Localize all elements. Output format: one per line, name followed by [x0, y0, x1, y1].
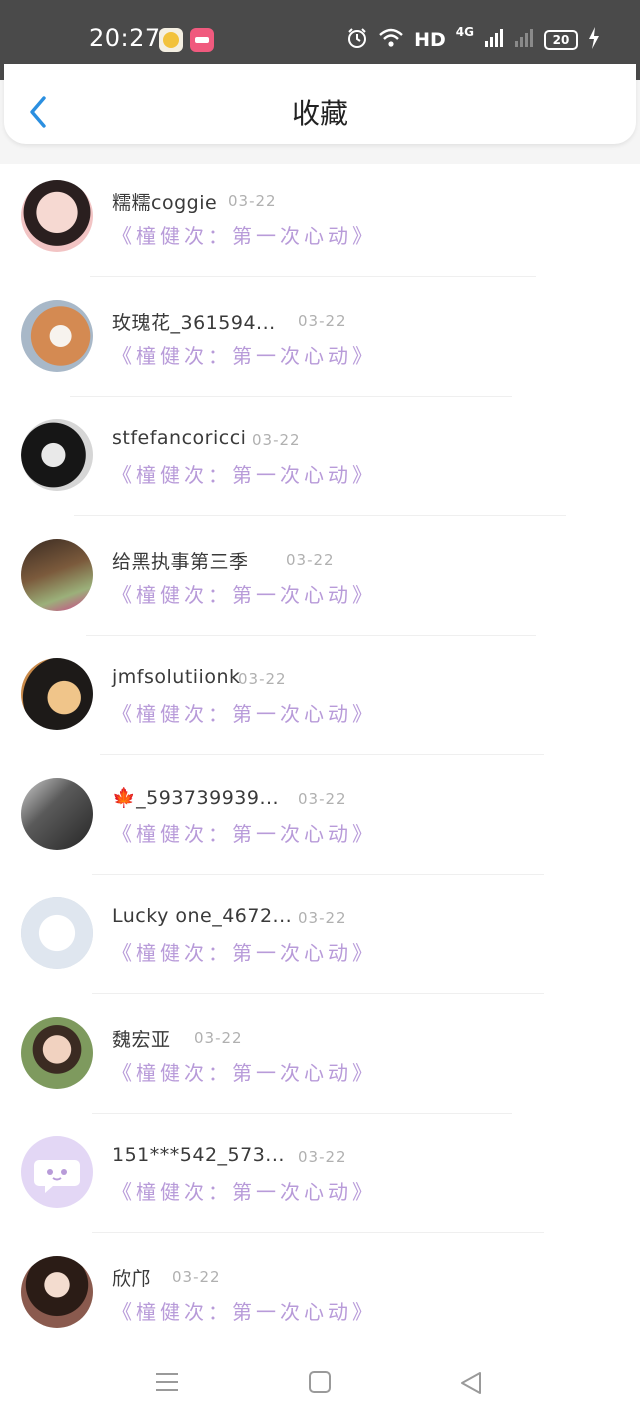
battery-icon: 20 [544, 30, 578, 50]
header-area: 收藏 [0, 64, 640, 164]
work-title-link[interactable]: 《橦健次：第一次心动》 [112, 220, 376, 249]
signal-icon-2 [514, 28, 534, 52]
avatar[interactable] [21, 897, 93, 969]
user-name: 魏宏亚 [112, 1028, 171, 1051]
user-name: 欣邝 [112, 1267, 152, 1290]
item-date: 03-22 [286, 550, 335, 569]
user-name: Lucky one_4672... [112, 905, 293, 927]
item-date: 03-22 [194, 1028, 243, 1047]
notification-app-icon-2 [190, 28, 214, 52]
chat-bubble-icon [34, 1160, 80, 1193]
header-bar: 收藏 [4, 64, 636, 144]
favorites-list: 糯糯coggie 03-22 《橦健次：第一次心动》 玫瑰花_361594...… [0, 164, 640, 1359]
divider [92, 993, 544, 994]
user-name: stfefancoricci [112, 427, 247, 449]
user-name: 给黑执事第三季 [112, 550, 249, 573]
system-nav-bar [0, 1344, 640, 1422]
item-date: 03-22 [228, 192, 277, 210]
triangle-back-icon [461, 1372, 481, 1394]
item-date: 03-22 [298, 311, 347, 330]
user-name: jmfsolutiionk [112, 666, 241, 688]
item-date: 03-22 [238, 670, 287, 688]
avatar[interactable] [21, 180, 93, 252]
user-name: 糯糯coggie [112, 192, 218, 214]
avatar[interactable] [21, 1016, 93, 1089]
page-title: 收藏 [291, 97, 348, 130]
menu-icon [156, 1373, 178, 1391]
work-title-link[interactable]: 《橦健次：第一次心动》 [112, 1296, 376, 1325]
avatar[interactable] [21, 1136, 93, 1208]
wifi-icon [378, 28, 404, 52]
divider [92, 873, 544, 875]
work-title-link[interactable]: 《橦健次：第一次心动》 [112, 340, 376, 369]
work-title-link[interactable]: 《橦健次：第一次心动》 [112, 459, 376, 488]
list-item[interactable]: 糯糯coggie 03-22 《橦健次：第一次心动》 [0, 164, 640, 284]
charging-icon [588, 27, 600, 53]
item-date: 03-22 [298, 1148, 347, 1166]
status-time: 20:27 [89, 24, 161, 52]
divider [70, 395, 512, 397]
work-title-link[interactable]: 《橦健次：第一次心动》 [112, 937, 376, 966]
network-type-label: HD [414, 29, 446, 51]
home-button[interactable] [308, 1370, 332, 1398]
signal-icon [484, 28, 504, 52]
alarm-icon [346, 27, 368, 53]
work-title-link[interactable]: 《橦健次：第一次心动》 [112, 1057, 376, 1086]
list-item[interactable]: 给黑执事第三季 03-22 《橦健次：第一次心动》 [0, 523, 640, 643]
list-item[interactable]: 151***542_573... 03-22 《橦健次：第一次心动》 [0, 1120, 640, 1240]
status-icons: HD 4G 20 [346, 25, 600, 54]
avatar[interactable] [21, 1255, 93, 1328]
avatar[interactable] [21, 419, 93, 491]
user-name: 玫瑰花_361594... [112, 311, 276, 334]
item-date: 03-22 [298, 789, 347, 808]
list-item[interactable]: 欣邝 03-22 《橦健次：第一次心动》 [0, 1240, 640, 1360]
avatar[interactable] [21, 299, 93, 372]
work-title-link[interactable]: 《橦健次：第一次心动》 [112, 818, 376, 847]
network-gen-label: 4G [455, 25, 474, 39]
divider [86, 634, 536, 636]
work-title-link[interactable]: 《橦健次：第一次心动》 [112, 579, 376, 608]
notification-app-icon [159, 28, 183, 52]
work-title-link[interactable]: 《橦健次：第一次心动》 [112, 1176, 376, 1205]
menu-button[interactable] [154, 1370, 180, 1398]
square-home-icon [309, 1371, 331, 1393]
divider [92, 1232, 544, 1233]
nav-back-button[interactable] [458, 1370, 484, 1400]
list-item[interactable]: 🍁_593739939... 03-22 《橦健次：第一次心动》 [0, 762, 640, 882]
user-name: 151***542_573... [112, 1144, 285, 1166]
avatar[interactable] [21, 777, 93, 850]
list-item[interactable]: 玫瑰花_361594... 03-22 《橦健次：第一次心动》 [0, 284, 640, 404]
divider [92, 1112, 512, 1114]
item-date: 03-22 [298, 909, 347, 927]
avatar[interactable] [21, 538, 93, 611]
avatar[interactable] [21, 658, 93, 730]
list-item[interactable]: Lucky one_4672... 03-22 《橦健次：第一次心动》 [0, 881, 640, 1001]
work-title-link[interactable]: 《橦健次：第一次心动》 [112, 698, 376, 727]
list-item[interactable]: 魏宏亚 03-22 《橦健次：第一次心动》 [0, 1001, 640, 1121]
item-date: 03-22 [172, 1267, 221, 1286]
item-date: 03-22 [252, 431, 301, 449]
user-name: 🍁_593739939... [112, 786, 280, 809]
divider [90, 276, 536, 277]
list-item[interactable]: stfefancoricci 03-22 《橦健次：第一次心动》 [0, 403, 640, 523]
divider [74, 515, 566, 516]
list-item[interactable]: jmfsolutiionk 03-22 《橦健次：第一次心动》 [0, 642, 640, 762]
divider [100, 754, 544, 755]
